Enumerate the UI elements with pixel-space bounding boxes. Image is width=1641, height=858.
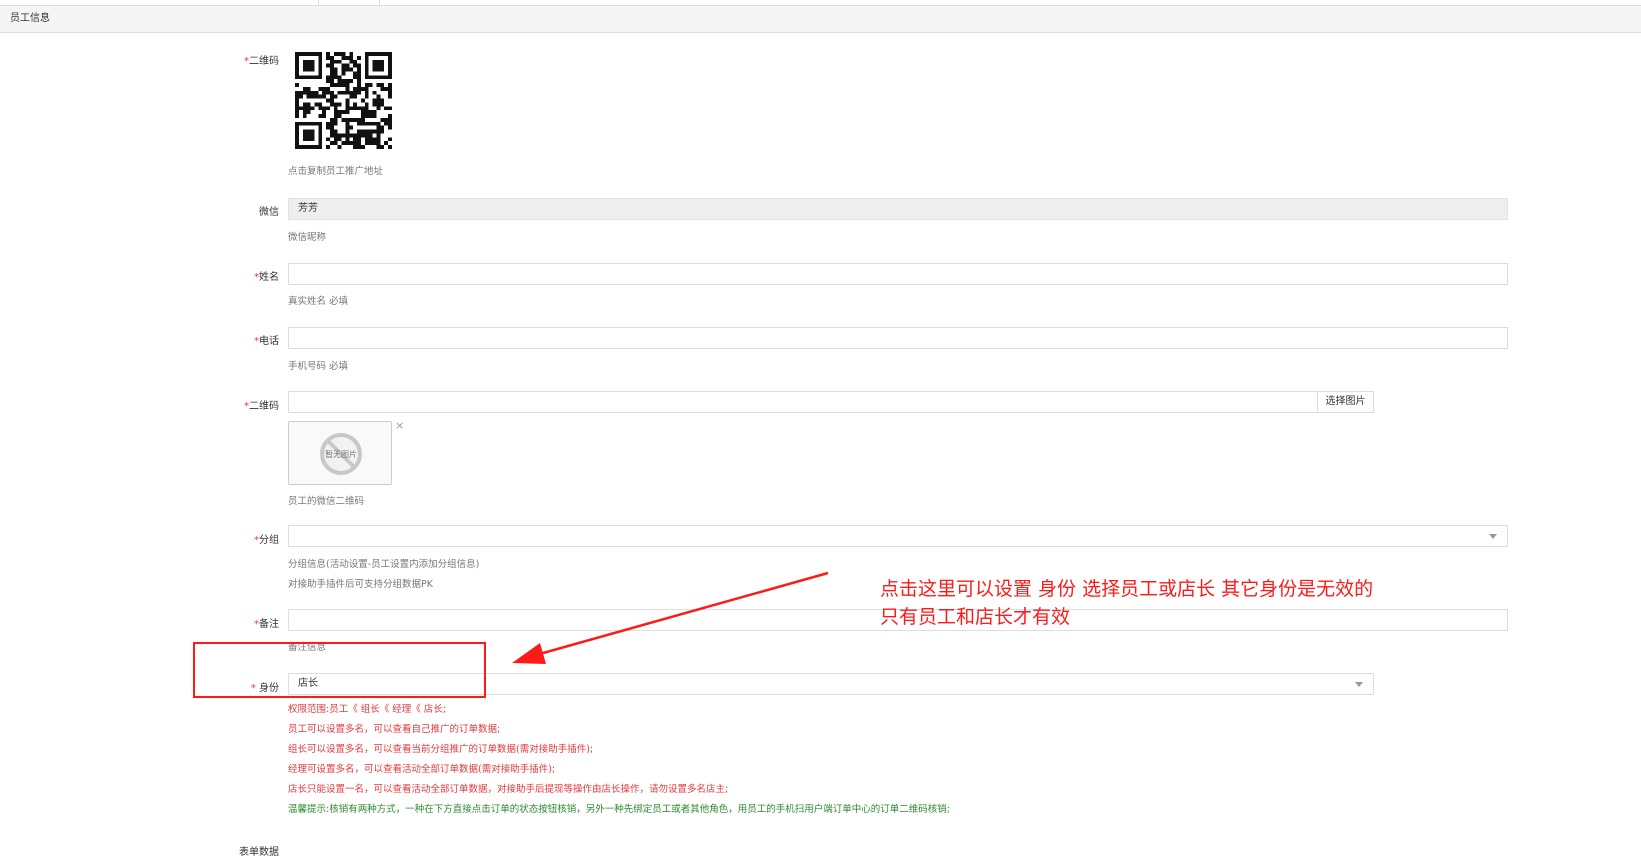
- group-help-pk: 对接助手插件后可支持分组数据PK: [288, 579, 433, 590]
- name-input[interactable]: [288, 263, 1508, 285]
- phone-help: 手机号码 必填: [288, 361, 349, 372]
- choose-image-button[interactable]: 选择图片: [1317, 391, 1374, 413]
- qrcode-thumbnail: 暂无图片: [288, 421, 392, 485]
- qrcode-upload-input[interactable]: [288, 391, 1318, 413]
- remove-image-icon[interactable]: ×: [395, 420, 404, 431]
- role-note: 权限范围:员工《 组长《 经理《 店长;: [288, 704, 446, 715]
- qrcode-upload-label: *二维码: [244, 401, 279, 412]
- name-help: 真实姓名 必填: [288, 296, 349, 307]
- panel-heading: 员工信息: [0, 5, 1641, 33]
- no-image-text: 暂无图片: [325, 449, 357, 459]
- qrcode-upload-help: 员工的微信二维码: [288, 496, 365, 507]
- highlight-box: [193, 642, 486, 698]
- phone-input[interactable]: [288, 327, 1508, 349]
- group-label: *分组: [254, 535, 279, 546]
- no-image-icon: 暂无图片: [320, 433, 362, 475]
- remark-label: *备注: [254, 619, 279, 630]
- qrcode-help[interactable]: 点击复制员工推广地址: [288, 163, 383, 177]
- name-label: *姓名: [254, 272, 279, 283]
- phone-label: *电话: [254, 336, 279, 347]
- annotation-line-1: 点击这里可以设置 身份 选择员工或店长 其它身份是无效的: [880, 578, 1374, 600]
- annotation-line-2: 只有员工和店长才有效: [880, 606, 1071, 628]
- group-help: 分组信息(活动设置-员工设置内添加分组信息): [288, 559, 480, 570]
- chevron-down-icon: [1489, 534, 1497, 539]
- wechat-help: 微信昵称: [288, 232, 327, 243]
- chevron-down-icon: [1355, 682, 1363, 687]
- role-note: 店长只能设置一名，可以查看活动全部订单数据，对接助手后提现等操作由店长操作，请勿…: [288, 784, 729, 795]
- qrcode-image[interactable]: [295, 52, 392, 149]
- wechat-label: 微信: [259, 207, 279, 218]
- role-note: 员工可以设置多名，可以查看自己推广的订单数据;: [288, 724, 501, 735]
- qrcode-label: *二维码: [244, 56, 279, 67]
- group-select[interactable]: [288, 525, 1508, 547]
- form-data-label: 表单数据: [239, 847, 279, 858]
- wechat-field: 芳芳: [288, 198, 1508, 220]
- annotation-arrow: [512, 571, 829, 664]
- annotation-text: 点击这里可以设置 身份 选择员工或店长 其它身份是无效的 只有员工和店长才有效: [880, 575, 1373, 631]
- role-note: 组长可以设置多名，可以查看当前分组推广的订单数据(需对接助手插件);: [288, 744, 594, 755]
- panel-title: 员工信息: [10, 13, 50, 24]
- verification-tip: 温馨提示:核销有两种方式，一种在下方直接点击订单的状态按钮核销，另外一种先绑定员…: [288, 804, 950, 815]
- role-note: 经理可设置多名，可以查看活动全部订单数据(需对接助手插件);: [288, 764, 556, 775]
